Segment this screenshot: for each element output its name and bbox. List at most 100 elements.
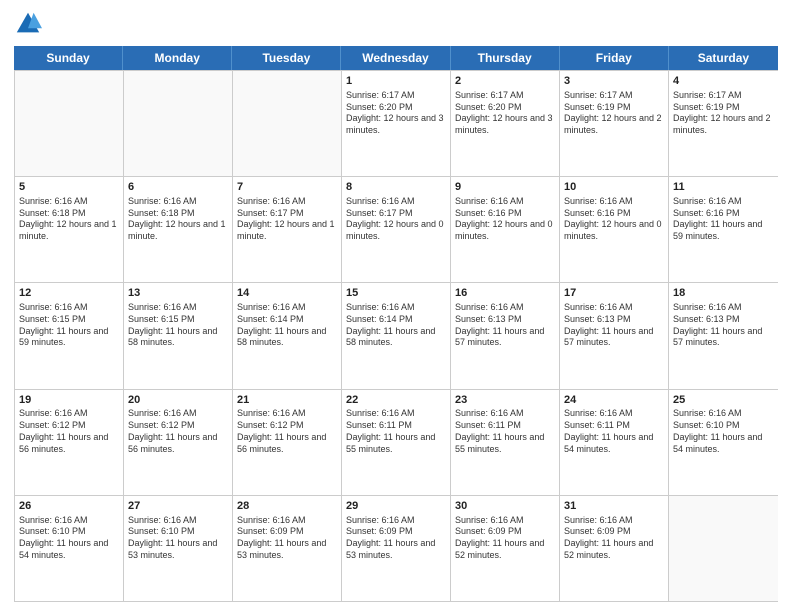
header-day-thursday: Thursday [451,46,560,70]
day-info: Sunrise: 6:16 AM Sunset: 6:09 PM Dayligh… [237,515,337,562]
header-day-sunday: Sunday [14,46,123,70]
header-day-tuesday: Tuesday [232,46,341,70]
logo-icon [14,10,42,38]
day-number: 25 [673,393,774,408]
day-number: 11 [673,180,774,195]
day-info: Sunrise: 6:16 AM Sunset: 6:13 PM Dayligh… [564,302,664,349]
day-number: 14 [237,286,337,301]
day-info: Sunrise: 6:16 AM Sunset: 6:10 PM Dayligh… [128,515,228,562]
day-number: 4 [673,74,774,89]
day-cell-21: 21Sunrise: 6:16 AM Sunset: 6:12 PM Dayli… [233,390,342,495]
day-number: 8 [346,180,446,195]
day-number: 6 [128,180,228,195]
day-cell-24: 24Sunrise: 6:16 AM Sunset: 6:11 PM Dayli… [560,390,669,495]
day-cell-9: 9Sunrise: 6:16 AM Sunset: 6:16 PM Daylig… [451,177,560,282]
day-cell-3: 3Sunrise: 6:17 AM Sunset: 6:19 PM Daylig… [560,71,669,176]
day-info: Sunrise: 6:16 AM Sunset: 6:16 PM Dayligh… [455,196,555,243]
day-number: 19 [19,393,119,408]
day-cell-5: 5Sunrise: 6:16 AM Sunset: 6:18 PM Daylig… [15,177,124,282]
day-info: Sunrise: 6:16 AM Sunset: 6:15 PM Dayligh… [19,302,119,349]
day-number: 27 [128,499,228,514]
day-info: Sunrise: 6:16 AM Sunset: 6:14 PM Dayligh… [237,302,337,349]
logo [14,10,44,38]
day-cell-23: 23Sunrise: 6:16 AM Sunset: 6:11 PM Dayli… [451,390,560,495]
day-info: Sunrise: 6:16 AM Sunset: 6:11 PM Dayligh… [346,408,446,455]
day-number: 12 [19,286,119,301]
day-cell-31: 31Sunrise: 6:16 AM Sunset: 6:09 PM Dayli… [560,496,669,601]
day-number: 10 [564,180,664,195]
day-cell-20: 20Sunrise: 6:16 AM Sunset: 6:12 PM Dayli… [124,390,233,495]
empty-cell [124,71,233,176]
day-cell-18: 18Sunrise: 6:16 AM Sunset: 6:13 PM Dayli… [669,283,778,388]
day-number: 26 [19,499,119,514]
day-number: 21 [237,393,337,408]
day-number: 13 [128,286,228,301]
day-number: 23 [455,393,555,408]
day-info: Sunrise: 6:16 AM Sunset: 6:10 PM Dayligh… [673,408,774,455]
day-info: Sunrise: 6:17 AM Sunset: 6:19 PM Dayligh… [564,90,664,137]
day-cell-22: 22Sunrise: 6:16 AM Sunset: 6:11 PM Dayli… [342,390,451,495]
day-info: Sunrise: 6:16 AM Sunset: 6:11 PM Dayligh… [564,408,664,455]
day-info: Sunrise: 6:16 AM Sunset: 6:16 PM Dayligh… [673,196,774,243]
day-number: 30 [455,499,555,514]
day-cell-26: 26Sunrise: 6:16 AM Sunset: 6:10 PM Dayli… [15,496,124,601]
day-cell-27: 27Sunrise: 6:16 AM Sunset: 6:10 PM Dayli… [124,496,233,601]
calendar-body: 1Sunrise: 6:17 AM Sunset: 6:20 PM Daylig… [14,70,778,602]
day-number: 7 [237,180,337,195]
day-number: 1 [346,74,446,89]
header [14,10,778,38]
day-info: Sunrise: 6:16 AM Sunset: 6:17 PM Dayligh… [346,196,446,243]
day-cell-13: 13Sunrise: 6:16 AM Sunset: 6:15 PM Dayli… [124,283,233,388]
day-cell-4: 4Sunrise: 6:17 AM Sunset: 6:19 PM Daylig… [669,71,778,176]
day-cell-19: 19Sunrise: 6:16 AM Sunset: 6:12 PM Dayli… [15,390,124,495]
day-number: 3 [564,74,664,89]
day-info: Sunrise: 6:16 AM Sunset: 6:13 PM Dayligh… [455,302,555,349]
day-cell-16: 16Sunrise: 6:16 AM Sunset: 6:13 PM Dayli… [451,283,560,388]
day-number: 28 [237,499,337,514]
header-day-saturday: Saturday [669,46,778,70]
calendar-row-0: 1Sunrise: 6:17 AM Sunset: 6:20 PM Daylig… [15,70,778,176]
header-day-wednesday: Wednesday [341,46,450,70]
day-number: 29 [346,499,446,514]
empty-cell [15,71,124,176]
day-cell-30: 30Sunrise: 6:16 AM Sunset: 6:09 PM Dayli… [451,496,560,601]
day-number: 9 [455,180,555,195]
day-info: Sunrise: 6:16 AM Sunset: 6:16 PM Dayligh… [564,196,664,243]
day-info: Sunrise: 6:16 AM Sunset: 6:18 PM Dayligh… [19,196,119,243]
day-number: 31 [564,499,664,514]
calendar-row-3: 19Sunrise: 6:16 AM Sunset: 6:12 PM Dayli… [15,389,778,495]
day-info: Sunrise: 6:16 AM Sunset: 6:12 PM Dayligh… [128,408,228,455]
day-info: Sunrise: 6:16 AM Sunset: 6:09 PM Dayligh… [564,515,664,562]
calendar: SundayMondayTuesdayWednesdayThursdayFrid… [14,46,778,602]
day-cell-25: 25Sunrise: 6:16 AM Sunset: 6:10 PM Dayli… [669,390,778,495]
day-info: Sunrise: 6:16 AM Sunset: 6:17 PM Dayligh… [237,196,337,243]
day-cell-8: 8Sunrise: 6:16 AM Sunset: 6:17 PM Daylig… [342,177,451,282]
day-cell-1: 1Sunrise: 6:17 AM Sunset: 6:20 PM Daylig… [342,71,451,176]
day-info: Sunrise: 6:16 AM Sunset: 6:15 PM Dayligh… [128,302,228,349]
calendar-row-4: 26 Sunrise: 6:16 AM Sunset: 6:10 PM Dayli… [15,495,778,601]
day-cell-10: 10Sunrise: 6:16 AM Sunset: 6:16 PM Dayli… [560,177,669,282]
day-info: Sunrise: 6:16 AM Sunset: 6:14 PM Dayligh… [346,302,446,349]
day-number: 22 [346,393,446,408]
day-info: Sunrise: 6:17 AM Sunset: 6:20 PM Dayligh… [346,90,446,137]
day-number: 17 [564,286,664,301]
day-cell-15: 15Sunrise: 6:16 AM Sunset: 6:14 PM Dayli… [342,283,451,388]
day-cell-28: 28Sunrise: 6:16 AM Sunset: 6:09 PM Dayli… [233,496,342,601]
day-cell-6: 6Sunrise: 6:16 AM Sunset: 6:18 PM Daylig… [124,177,233,282]
day-number: 2 [455,74,555,89]
calendar-row-1: 5Sunrise: 6:16 AM Sunset: 6:18 PM Daylig… [15,176,778,282]
day-info: Sunrise: 6:16 AM Sunset: 6:12 PM Dayligh… [19,408,119,455]
calendar-header: SundayMondayTuesdayWednesdayThursdayFrid… [14,46,778,70]
day-info: Sunrise: 6:16 AM Sunset: 6:11 PM Dayligh… [455,408,555,455]
day-info: Sunrise: 6:16 AM Sunset: 6:09 PM Dayligh… [455,515,555,562]
empty-cell [669,496,778,601]
header-day-friday: Friday [560,46,669,70]
day-number: 24 [564,393,664,408]
day-cell-7: 7Sunrise: 6:16 AM Sunset: 6:17 PM Daylig… [233,177,342,282]
day-info: Sunrise: 6:16 AM Sunset: 6:09 PM Dayligh… [346,515,446,562]
day-cell-17: 17Sunrise: 6:16 AM Sunset: 6:13 PM Dayli… [560,283,669,388]
day-cell-14: 14Sunrise: 6:16 AM Sunset: 6:14 PM Dayli… [233,283,342,388]
day-number: 18 [673,286,774,301]
day-number: 15 [346,286,446,301]
day-cell-2: 2Sunrise: 6:17 AM Sunset: 6:20 PM Daylig… [451,71,560,176]
